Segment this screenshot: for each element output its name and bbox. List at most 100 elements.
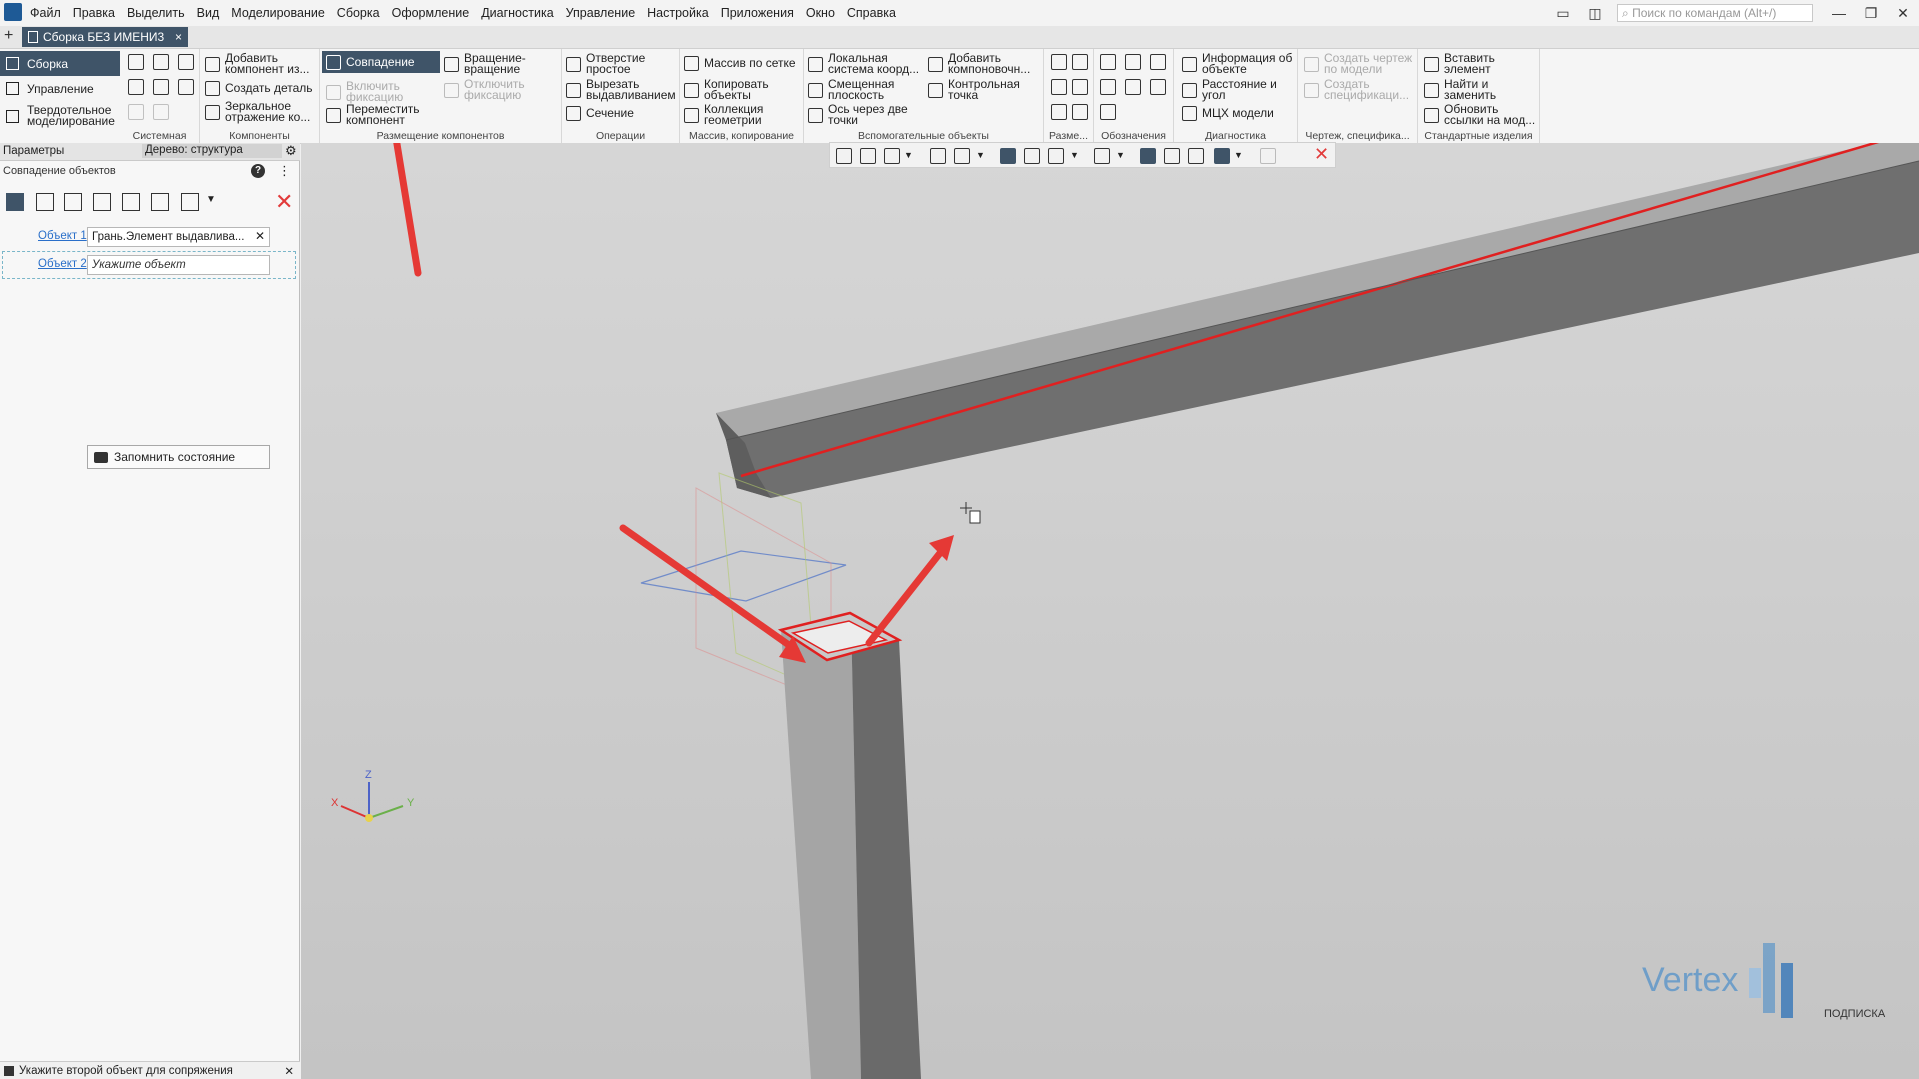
add-layout-button[interactable]: Добавить компоновочн... [928,52,1042,75]
close-tab-icon[interactable]: × [175,30,182,44]
close-window-icon[interactable]: ✕ [1887,5,1919,22]
update-links-button[interactable]: Обновить ссылки на мод... [1424,103,1538,126]
roughness-icon[interactable] [1125,54,1141,70]
menu-settings[interactable]: Настройка [647,6,709,20]
section-view-icon[interactable] [1164,148,1180,164]
menu-file[interactable]: Файл [30,6,61,20]
geometry-collection-button[interactable]: Коллекция геометрии [684,103,794,126]
open-file-icon[interactable] [153,54,169,70]
print-icon[interactable] [128,79,144,95]
arc-dim-icon[interactable] [1072,104,1088,120]
camera-dropdown-icon[interactable]: ▼ [1116,150,1125,160]
weld-icon[interactable] [1100,104,1116,120]
distance-mate-icon[interactable] [122,193,140,211]
tube-front-face[interactable] [781,615,861,1079]
nav-management[interactable]: Управление [0,76,120,101]
grid-icon[interactable] [836,148,852,164]
create-spec-button[interactable]: Создать спецификаци... [1304,78,1416,101]
angle-mate-icon[interactable] [151,193,169,211]
split-layout-icon[interactable]: ◫ [1579,5,1611,22]
local-cs-button[interactable]: Локальная система коорд... [808,52,928,75]
minimize-icon[interactable]: — [1823,5,1855,21]
object2-label[interactable]: Объект 2 [38,258,87,270]
enable-fixation-button[interactable]: Включить фиксацию [326,80,426,103]
clear-object1-icon[interactable]: ✕ [255,229,265,243]
remember-state-button[interactable]: Запомнить состояние [87,445,270,469]
menu-assembly[interactable]: Сборка [337,6,380,20]
beam-side-face[interactable] [726,161,1919,498]
cut-extrude-button[interactable]: Вырезать выдавливанием [566,78,680,101]
filter-dropdown-icon[interactable]: ▼ [1234,150,1243,160]
find-replace-button[interactable]: Найти и заменить [1424,78,1538,101]
3d-scene[interactable]: Z X Y [301,143,1919,1079]
undo-icon[interactable] [128,104,144,120]
document-tab[interactable]: Сборка БЕЗ ИМЕНИ3 × [22,27,188,47]
nav-assembly[interactable]: Сборка [0,51,120,76]
save-icon[interactable] [178,54,194,70]
tangent-mate-icon[interactable] [181,193,199,211]
mass-props-button[interactable]: МЦХ модели [1182,106,1274,121]
hide-dropdown-icon[interactable]: ▼ [1070,150,1079,160]
tolerance-icon[interactable] [1100,79,1116,95]
tree-icon[interactable]: ⋮ [278,163,291,179]
redo-icon[interactable] [153,104,169,120]
menu-modeling[interactable]: Моделирование [231,6,325,20]
object1-label[interactable]: Объект 1 [38,230,87,242]
measure-icon[interactable] [1188,148,1204,164]
linear-dim-icon[interactable] [1051,54,1067,70]
pan-icon[interactable] [930,148,946,164]
diameter-dim-icon[interactable] [1051,79,1067,95]
tree-tab[interactable]: Дерево: структура [142,144,282,158]
close-status-icon[interactable]: ✕ [284,1064,294,1078]
restore-icon[interactable]: ❐ [1855,5,1887,22]
menu-select[interactable]: Выделить [127,6,185,20]
menu-window[interactable]: Окно [806,6,835,20]
object2-field[interactable]: Укажите объект [87,255,270,275]
parallel-mate-icon[interactable] [64,193,82,211]
coincidence-mate-icon[interactable] [6,193,24,211]
shaded-view-icon[interactable] [1000,148,1016,164]
leader-icon[interactable] [1100,54,1116,70]
menu-edit[interactable]: Правка [73,6,115,20]
preview-icon[interactable] [153,79,169,95]
axis-two-points-button[interactable]: Ось через две точки [808,103,926,126]
app-logo-icon[interactable] [4,3,22,21]
perpendicular-mate-icon[interactable] [93,193,111,211]
menu-apps[interactable]: Приложения [721,6,794,20]
camera-view-icon[interactable] [1094,148,1110,164]
cancel-view-command-icon[interactable]: ✕ [1314,144,1329,165]
snap-icon[interactable] [1140,148,1156,164]
add-component-button[interactable]: Добавить компонент из... [205,52,315,75]
object-info-button[interactable]: Информация об объекте [1182,52,1296,75]
distance-angle-button[interactable]: Расстояние и угол [1182,78,1296,101]
more-mates-chevron-icon[interactable]: ▼ [206,194,216,205]
control-point-button[interactable]: Контрольная точка [928,78,1042,101]
menu-management[interactable]: Управление [566,6,636,20]
auto-dim-icon[interactable] [1051,104,1067,120]
insert-element-button[interactable]: Вставить элемент [1424,52,1538,75]
base-icon[interactable] [1150,54,1166,70]
disable-fixation-button[interactable]: Отключить фиксацию [444,78,556,101]
create-part-button[interactable]: Создать деталь [205,81,313,96]
rotate-icon[interactable] [954,148,970,164]
menu-design[interactable]: Оформление [392,6,470,20]
wireframe-view-icon[interactable] [1024,148,1040,164]
angle-dim-icon[interactable] [1072,79,1088,95]
help-icon[interactable]: ? [251,164,265,178]
section-button[interactable]: Сечение [566,106,634,121]
radial-dim-icon[interactable] [1072,54,1088,70]
simple-hole-button[interactable]: Отверстие простое [566,52,676,75]
edit-disabled-icon[interactable] [1260,148,1276,164]
menu-view[interactable]: Вид [197,6,220,20]
zoom-dropdown-icon[interactable]: ▼ [904,150,913,160]
object1-field[interactable]: Грань.Элемент выдавлива... [87,227,270,247]
save-all-icon[interactable] [178,79,194,95]
rotate-dropdown-icon[interactable]: ▼ [976,150,985,160]
concentric-mate-icon[interactable] [36,193,54,211]
tube-side-face[interactable] [851,615,921,1079]
new-tab-button[interactable]: + [4,27,20,45]
hide-icon[interactable] [1048,148,1064,164]
new-file-icon[interactable] [128,54,144,70]
menu-diagnostics[interactable]: Диагностика [481,6,553,20]
menu-help[interactable]: Справка [847,6,896,20]
